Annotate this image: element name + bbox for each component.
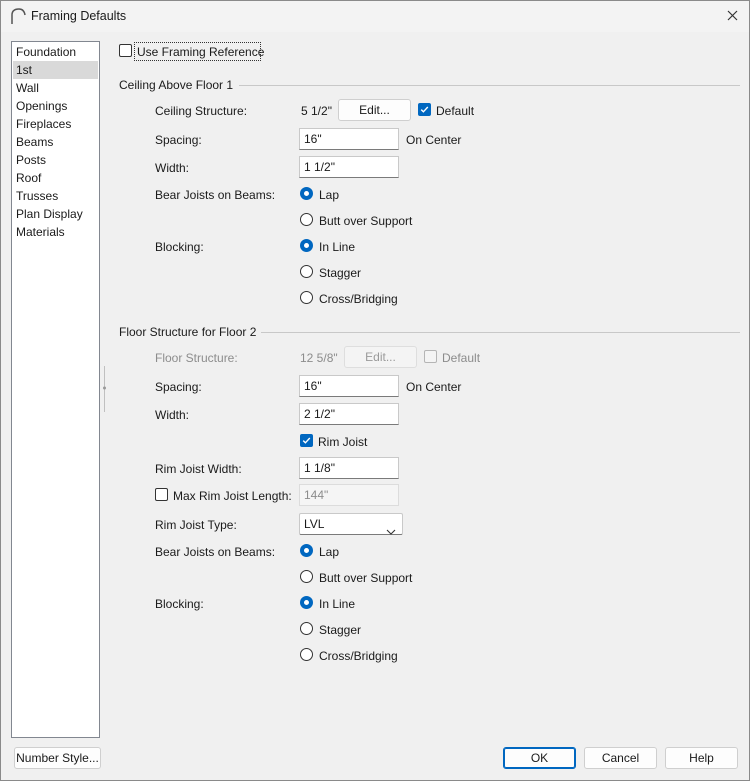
sidebar-item-posts[interactable]: Posts <box>13 151 98 169</box>
ceiling-width-input[interactable]: 1 1/2" <box>299 156 399 178</box>
ceiling-bear-lap-label: Lap <box>319 188 340 202</box>
floor-default-label: Default <box>442 351 481 365</box>
floor-blocking-inline-label: In Line <box>319 597 356 611</box>
ceiling-bear-joists-label: Bear Joists on Beams: <box>155 188 276 202</box>
framing-defaults-dialog: Framing Defaults Foundation 1st Wall Ope… <box>0 0 750 781</box>
floor-section-title: Floor Structure for Floor 2 <box>119 325 257 339</box>
rim-joist-type-label: Rim Joist Type: <box>155 518 237 532</box>
floor-width-label: Width: <box>155 408 190 422</box>
floor-blocking-cross-radio[interactable] <box>300 648 313 661</box>
rim-joist-checkbox[interactable] <box>300 434 313 447</box>
floor-width-input[interactable]: 2 1/2" <box>299 403 399 425</box>
sidebar-item-plan-display[interactable]: Plan Display <box>13 205 98 223</box>
floor-structure-value: 12 5/8" <box>300 351 338 365</box>
ceiling-blocking-cross-label: Cross/Bridging <box>319 292 398 306</box>
title-bar: Framing Defaults <box>1 1 749 32</box>
splitter-handle[interactable] <box>103 366 106 412</box>
rim-joist-width-label: Rim Joist Width: <box>155 462 242 476</box>
ceiling-blocking-stagger-label: Stagger <box>319 266 362 280</box>
category-list[interactable]: Foundation 1st Wall Openings Fireplaces … <box>11 41 100 738</box>
floor-blocking-inline-radio[interactable] <box>300 596 313 609</box>
floor-blocking-stagger-label: Stagger <box>319 623 362 637</box>
sidebar-item-materials[interactable]: Materials <box>13 223 98 241</box>
floor-blocking-stagger-radio[interactable] <box>300 622 313 635</box>
ceiling-default-label: Default <box>436 104 475 118</box>
ceiling-bear-butt-radio[interactable] <box>300 213 313 226</box>
floor-bear-butt-radio[interactable] <box>300 570 313 583</box>
ceiling-on-center-label: On Center <box>406 133 462 147</box>
rim-joist-label: Rim Joist <box>318 435 368 449</box>
close-button[interactable] <box>715 1 749 32</box>
ceiling-bear-butt-label: Butt over Support <box>319 214 413 228</box>
ceiling-edit-button[interactable]: Edit... <box>338 99 411 121</box>
section-divider <box>261 332 740 333</box>
sidebar-item-beams[interactable]: Beams <box>13 133 98 151</box>
ceiling-spacing-label: Spacing: <box>155 133 202 147</box>
use-framing-reference-checkbox[interactable] <box>119 44 132 57</box>
chevron-down-icon <box>386 521 396 541</box>
check-icon <box>302 437 311 444</box>
section-divider <box>239 85 740 86</box>
ceiling-blocking-inline-label: In Line <box>319 240 356 254</box>
ceiling-blocking-stagger-radio[interactable] <box>300 265 313 278</box>
floor-bear-lap-radio[interactable] <box>300 544 313 557</box>
ceiling-section-title: Ceiling Above Floor 1 <box>119 78 234 92</box>
sidebar-item-foundation[interactable]: Foundation <box>13 43 98 61</box>
rim-joist-type-select[interactable]: LVL <box>299 513 403 535</box>
max-rim-joist-length-input[interactable]: 144" <box>299 484 399 506</box>
floor-bear-lap-label: Lap <box>319 545 340 559</box>
rim-joist-type-value: LVL <box>304 517 325 531</box>
ceiling-structure-value: 5 1/2" <box>301 104 332 118</box>
rim-joist-width-input[interactable]: 1 1/8" <box>299 457 399 479</box>
floor-default-checkbox[interactable] <box>424 350 437 363</box>
floor-spacing-input[interactable]: 16" <box>299 375 399 397</box>
floor-edit-button[interactable]: Edit... <box>344 346 417 368</box>
help-button[interactable]: Help <box>665 747 738 769</box>
use-framing-reference-label: Use Framing Reference <box>137 45 265 59</box>
ceiling-width-label: Width: <box>155 161 190 175</box>
floor-on-center-label: On Center <box>406 380 462 394</box>
ceiling-bear-lap-radio[interactable] <box>300 187 313 200</box>
ceiling-default-checkbox[interactable] <box>418 103 431 116</box>
sidebar-item-roof[interactable]: Roof <box>13 169 98 187</box>
floor-blocking-cross-label: Cross/Bridging <box>319 649 398 663</box>
max-rim-joist-length-label: Max Rim Joist Length: <box>173 489 292 503</box>
sidebar-item-openings[interactable]: Openings <box>13 97 98 115</box>
ceiling-blocking-inline-radio[interactable] <box>300 239 313 252</box>
max-rim-joist-length-checkbox[interactable] <box>155 488 168 501</box>
ceiling-spacing-input[interactable]: 16" <box>299 128 399 150</box>
sidebar-item-1st[interactable]: 1st <box>13 61 98 79</box>
floor-bear-joists-label: Bear Joists on Beams: <box>155 545 276 559</box>
sidebar-item-fireplaces[interactable]: Fireplaces <box>13 115 98 133</box>
window-title: Framing Defaults <box>31 9 127 23</box>
ceiling-structure-label: Ceiling Structure: <box>155 104 248 118</box>
ceiling-blocking-label: Blocking: <box>155 240 204 254</box>
floor-spacing-label: Spacing: <box>155 380 202 394</box>
close-icon <box>727 10 738 24</box>
floor-blocking-label: Blocking: <box>155 597 204 611</box>
ceiling-blocking-cross-radio[interactable] <box>300 291 313 304</box>
floor-bear-butt-label: Butt over Support <box>319 571 413 585</box>
sidebar-item-trusses[interactable]: Trusses <box>13 187 98 205</box>
ok-button[interactable]: OK <box>503 747 576 769</box>
number-style-button[interactable]: Number Style... <box>14 747 101 769</box>
arch-icon <box>9 7 27 25</box>
sidebar-item-wall[interactable]: Wall <box>13 79 98 97</box>
cancel-button[interactable]: Cancel <box>584 747 657 769</box>
check-icon <box>420 106 429 113</box>
floor-structure-label: Floor Structure: <box>155 351 238 365</box>
